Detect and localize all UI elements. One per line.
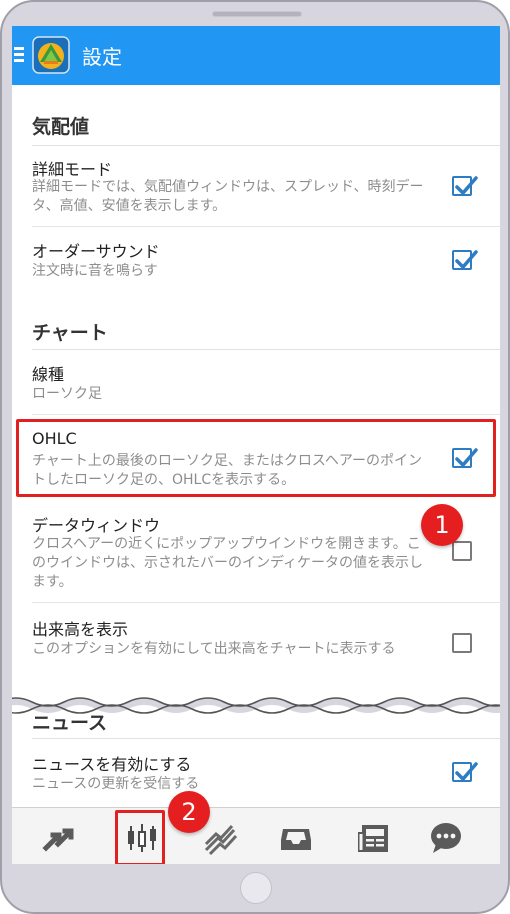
torn-edge-divider	[12, 697, 500, 714]
row-summary: このオプションを有効にして出来高をチャートに表示する	[32, 641, 396, 657]
step-badge-1: 1	[421, 504, 463, 546]
row-title: 線種	[32, 365, 65, 384]
page-title: 設定	[82, 45, 122, 69]
trend-lines-icon[interactable]	[202, 820, 238, 856]
app-bar: 設定	[12, 26, 500, 85]
row-title: データウィンドウ	[32, 516, 161, 535]
checkmark-icon	[455, 176, 478, 196]
setting-row-order-sound[interactable]: オーダーサウンド 注文時に音を鳴らす	[12, 227, 500, 297]
setting-row-show-volume[interactable]: 出来高を表示 このオプションを有効にして出来高をチャートに表示する	[12, 603, 500, 687]
row-title: ニュースを有効にする	[32, 755, 192, 774]
bottom-navigation	[12, 807, 500, 864]
screen: 設定 気配値 詳細モード 詳細モードでは、気配値ウィンドウは、スプレッド、時刻デ…	[12, 26, 500, 864]
speaker-slot	[212, 11, 302, 17]
order-sound-checkbox[interactable]	[452, 250, 478, 270]
row-summary: 詳細モードでは、気配値ウィンドウは、スプレッド、時刻データ、高値、安値を表示しま…	[32, 179, 424, 214]
row-title: 詳細モード	[32, 160, 113, 179]
inbox-tray-icon[interactable]	[278, 820, 314, 856]
row-title: 出来高を表示	[32, 620, 129, 639]
setting-row-line-type[interactable]: 線種 ローソク足	[12, 350, 500, 412]
home-button[interactable]	[240, 872, 272, 904]
section-header-quotes: 気配値	[32, 116, 90, 138]
setting-row-detail-mode[interactable]: 詳細モード 詳細モードでは、気配値ウィンドウは、スプレッド、時刻データ、高値、安…	[12, 146, 500, 224]
chat-icon[interactable]	[428, 820, 464, 856]
show-volume-checkbox[interactable]	[452, 633, 472, 653]
trade-arrows-icon[interactable]	[40, 820, 76, 856]
row-summary: ニュースの更新を受信する	[32, 776, 200, 792]
step-badge-2: 2	[168, 791, 210, 833]
data-window-checkbox[interactable]	[452, 541, 472, 561]
row-divider	[32, 414, 500, 415]
menu-icon[interactable]	[14, 47, 24, 63]
enable-news-checkbox[interactable]	[452, 762, 478, 782]
news-icon[interactable]	[356, 820, 392, 856]
device-frame: 設定 気配値 詳細モード 詳細モードでは、気配値ウィンドウは、スプレッド、時刻デ…	[0, 0, 510, 914]
ohlc-highlight-frame	[16, 419, 496, 497]
row-summary: 注文時に音を鳴らす	[32, 263, 158, 279]
setting-row-enable-news[interactable]: ニュースを有効にする ニュースの更新を受信する	[12, 739, 500, 805]
detail-mode-checkbox[interactable]	[452, 176, 478, 196]
chart-tab-highlight-frame	[115, 810, 165, 864]
checkmark-icon	[455, 762, 478, 782]
row-summary: クロスヘアーの近くにポップアップウインドウを開きます。このウインドウは、示された…	[32, 536, 424, 590]
app-logo-icon	[32, 36, 70, 74]
row-title: オーダーサウンド	[32, 242, 160, 261]
row-summary: ローソク足	[32, 386, 102, 402]
section-header-chart: チャート	[32, 322, 108, 344]
checkmark-icon	[455, 250, 478, 270]
